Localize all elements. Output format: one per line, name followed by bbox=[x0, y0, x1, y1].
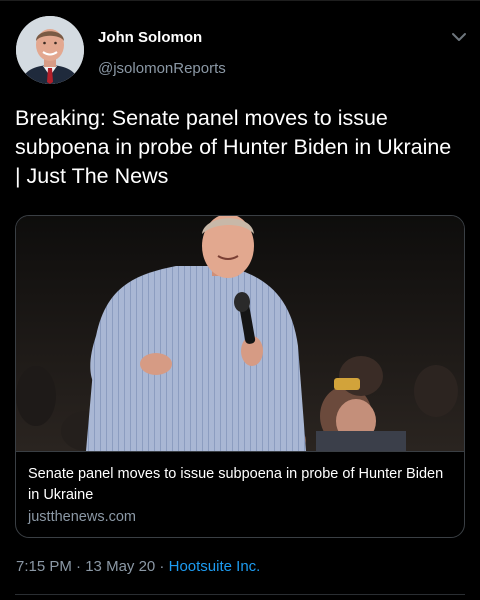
card-image bbox=[16, 216, 464, 452]
author-name[interactable]: John Solomon bbox=[98, 29, 202, 46]
tweet-meta: 7:15 PM · 13 May 20 · Hootsuite Inc. bbox=[16, 558, 260, 575]
meta-separator: · bbox=[155, 558, 169, 575]
author-handle[interactable]: @jsolomonReports bbox=[98, 60, 226, 77]
chevron-down-icon[interactable] bbox=[448, 28, 470, 46]
meta-separator: · bbox=[71, 558, 86, 575]
card-domain: justthenews.com bbox=[28, 509, 136, 525]
tweet-date[interactable]: 13 May 20 bbox=[85, 558, 155, 575]
link-card[interactable]: Senate panel moves to issue subpoena in … bbox=[15, 215, 465, 538]
top-divider bbox=[0, 0, 480, 1]
avatar[interactable] bbox=[16, 16, 84, 84]
tweet-time[interactable]: 7:15 PM bbox=[16, 558, 72, 575]
tweet-source-link[interactable]: Hootsuite Inc. bbox=[169, 558, 261, 575]
tweet: John Solomon @jsolomonReports Breaking: … bbox=[0, 0, 480, 600]
tweet-text: Breaking: Senate panel moves to issue su… bbox=[15, 106, 452, 188]
card-title[interactable]: Senate panel moves to issue subpoena in … bbox=[28, 464, 454, 506]
bottom-divider bbox=[15, 594, 465, 595]
